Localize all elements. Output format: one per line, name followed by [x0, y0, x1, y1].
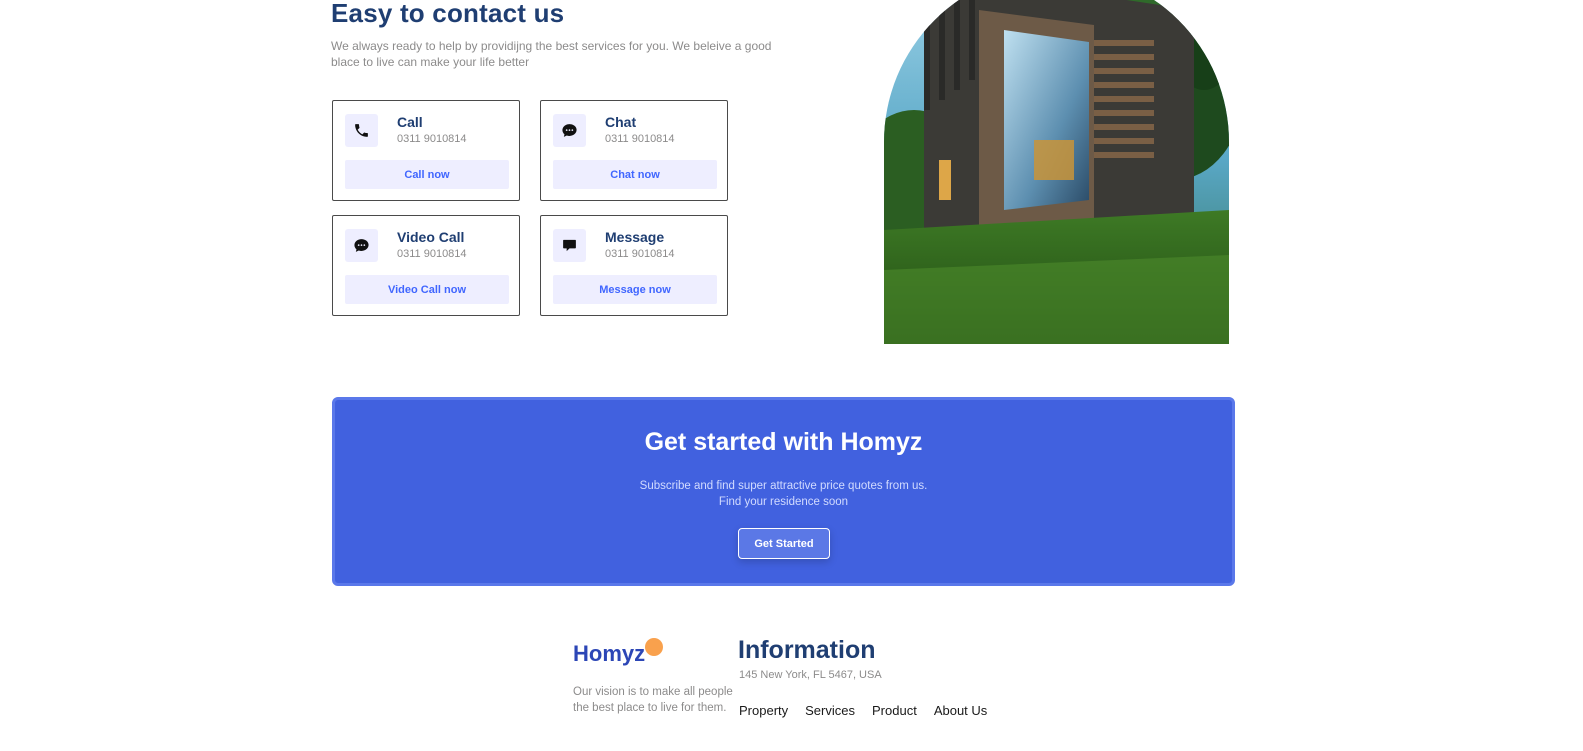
- vision-line1: Our vision is to make all people: [573, 686, 733, 698]
- get-started-button[interactable]: Get Started: [738, 528, 830, 559]
- contact-description: We always ready to help by providijng th…: [331, 39, 772, 69]
- footer-link-about-us[interactable]: About Us: [934, 703, 987, 718]
- contact-title: Easy to contact us: [331, 0, 565, 28]
- card-title: Chat: [605, 114, 637, 130]
- vision-line2: the best place to live for them.: [573, 702, 727, 714]
- chat-bubble-icon: [345, 229, 378, 262]
- footer-link-property[interactable]: Property: [739, 703, 788, 718]
- banner-subtitle-line2: Find your residence soon: [718, 496, 849, 508]
- contact-card-message: Message 0311 9010814 Message now: [540, 215, 728, 316]
- get-started-banner: Get started with Homyz Subscribe and fin…: [332, 397, 1235, 586]
- footer-info-title: Information: [738, 636, 876, 664]
- message-now-button[interactable]: Message now: [553, 275, 717, 304]
- footer-address: 145 New York, FL 5467, USA: [739, 669, 882, 681]
- footer-link-services[interactable]: Services: [805, 703, 855, 718]
- phone-icon: [345, 114, 378, 147]
- contact-card-call: Call 0311 9010814 Call now: [332, 100, 520, 201]
- card-phone-number: 0311 9010814: [605, 248, 675, 260]
- card-title: Video Call: [397, 229, 465, 245]
- banner-subtitle: Subscribe and find super attractive pric…: [335, 478, 1232, 510]
- banner-subtitle-line1: Subscribe and find super attractive pric…: [639, 480, 928, 492]
- footer-nav: Property Services Product About Us: [739, 703, 987, 718]
- contact-card-chat: Chat 0311 9010814 Chat now: [540, 100, 728, 201]
- card-phone-number: 0311 9010814: [605, 133, 675, 145]
- card-title: Call: [397, 114, 423, 130]
- logo-dot: [645, 638, 663, 656]
- call-now-button[interactable]: Call now: [345, 160, 509, 189]
- banner-title: Get started with Homyz: [644, 428, 923, 456]
- message-icon: [553, 229, 586, 262]
- card-phone-number: 0311 9010814: [397, 248, 467, 260]
- footer-logo[interactable]: Homyz: [573, 641, 645, 667]
- chat-bubble-icon: [553, 114, 586, 147]
- house-image: [884, 0, 1229, 344]
- video-call-now-button[interactable]: Video Call now: [345, 275, 509, 304]
- card-phone-number: 0311 9010814: [397, 133, 467, 145]
- contact-card-video-call: Video Call 0311 9010814 Video Call now: [332, 215, 520, 316]
- footer-link-product[interactable]: Product: [872, 703, 917, 718]
- footer-vision-text: Our vision is to make all people the bes…: [573, 684, 743, 716]
- chat-now-button[interactable]: Chat now: [553, 160, 717, 189]
- card-title: Message: [605, 229, 665, 245]
